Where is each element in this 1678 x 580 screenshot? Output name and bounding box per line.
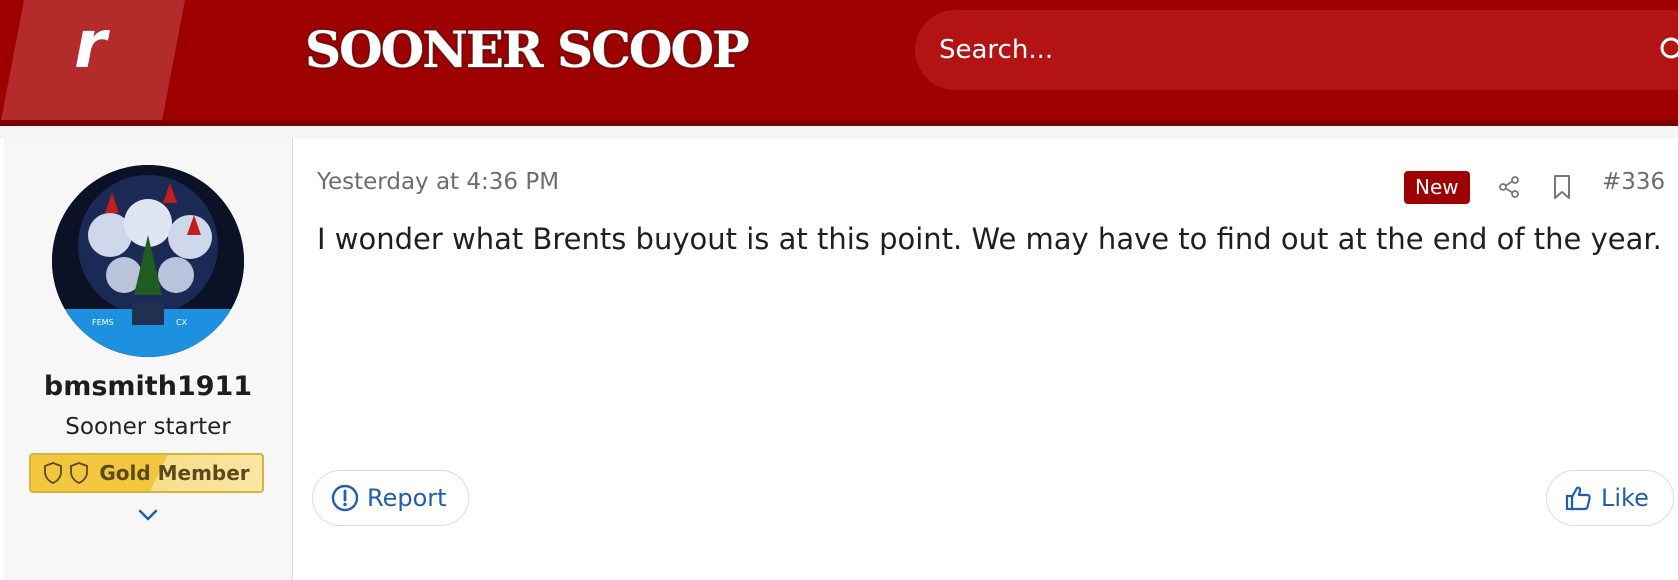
user-title: Sooner starter xyxy=(65,414,231,440)
search-bar[interactable] xyxy=(915,10,1678,90)
chevron-down-icon[interactable] xyxy=(137,508,159,522)
thumbs-up-icon xyxy=(1565,486,1591,511)
badge-label: Gold Member xyxy=(99,461,250,485)
bookmark-icon[interactable] xyxy=(1551,174,1573,200)
post-number[interactable]: #336 xyxy=(1602,169,1665,195)
logo-letter: r xyxy=(74,6,107,83)
like-label: Like xyxy=(1601,484,1649,512)
forum-post: FEMS CX bmsmith1911 Sooner starter Gold … xyxy=(0,138,1678,580)
username[interactable]: bmsmith1911 xyxy=(4,371,292,402)
post-message: I wonder what Brents buyout is at this p… xyxy=(317,222,1662,256)
shield-icon xyxy=(44,462,63,484)
svg-text:CX: CX xyxy=(176,318,188,327)
search-input[interactable] xyxy=(939,20,1639,80)
new-badge: New xyxy=(1404,171,1470,204)
shield-icon xyxy=(70,462,89,484)
avatar-image: FEMS CX xyxy=(52,165,244,357)
gold-member-badge: Gold Member xyxy=(29,453,264,493)
share-icon[interactable] xyxy=(1497,175,1521,199)
site-brand-title[interactable]: SOONER SCOOP xyxy=(304,18,752,80)
report-label: Report xyxy=(367,484,447,512)
site-header: r SOONER SCOOP xyxy=(0,0,1678,126)
report-icon xyxy=(331,484,359,512)
svg-text:FEMS: FEMS xyxy=(92,318,114,327)
post-timestamp[interactable]: Yesterday at 4:36 PM xyxy=(317,169,559,195)
post-user-column: FEMS CX bmsmith1911 Sooner starter Gold … xyxy=(4,138,293,580)
report-button[interactable]: Report xyxy=(312,470,469,526)
avatar[interactable]: FEMS CX xyxy=(52,165,244,357)
like-button[interactable]: Like xyxy=(1546,470,1674,526)
header-divider xyxy=(0,120,1678,126)
site-logo[interactable]: r xyxy=(0,0,185,126)
search-icon[interactable] xyxy=(1659,36,1678,66)
post-main: Yesterday at 4:36 PM New #336 I wonder w… xyxy=(292,138,1678,580)
